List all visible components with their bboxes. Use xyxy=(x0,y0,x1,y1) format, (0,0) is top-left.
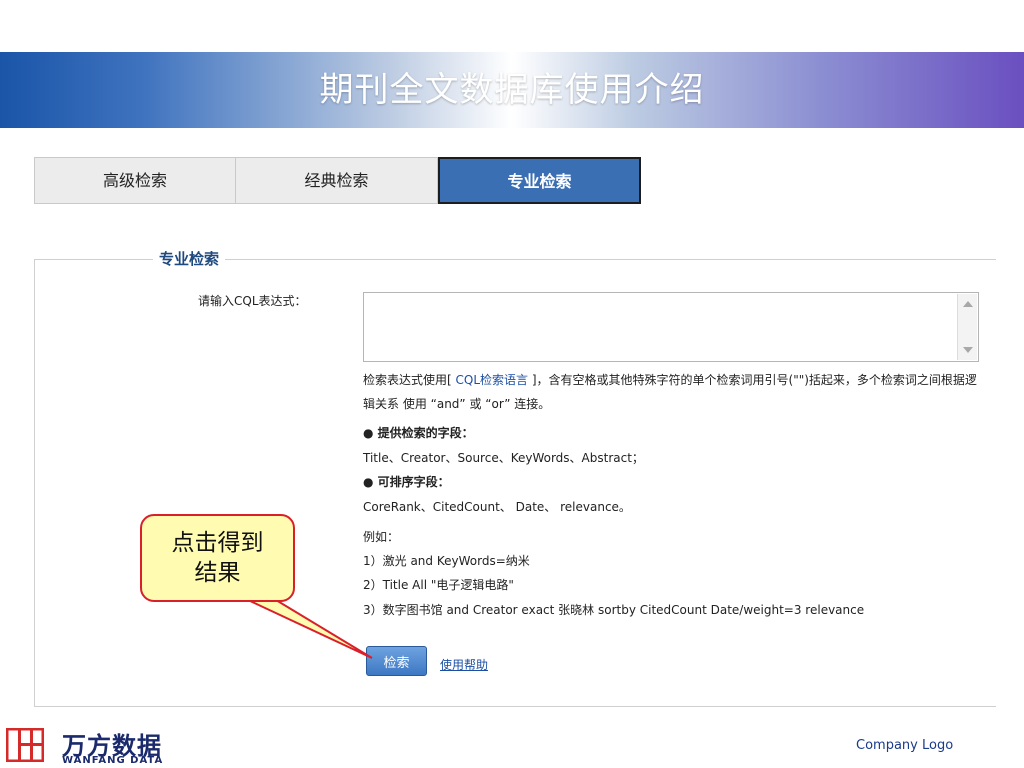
wanfang-logo: 万方数据 WANFANG DATA xyxy=(6,726,206,766)
company-logo-text: Company Logo xyxy=(856,738,954,753)
callout-pointer xyxy=(247,599,373,659)
callout-arrow xyxy=(247,599,373,659)
logo-english-text: WANFANG DATA xyxy=(62,755,164,766)
callout-line-1: 点击得到 xyxy=(171,530,264,556)
wanfang-logo-mark-icon xyxy=(6,728,44,762)
callout-line-2: 结果 xyxy=(194,560,241,586)
callout-bubble: 点击得到 结果 xyxy=(140,514,295,602)
